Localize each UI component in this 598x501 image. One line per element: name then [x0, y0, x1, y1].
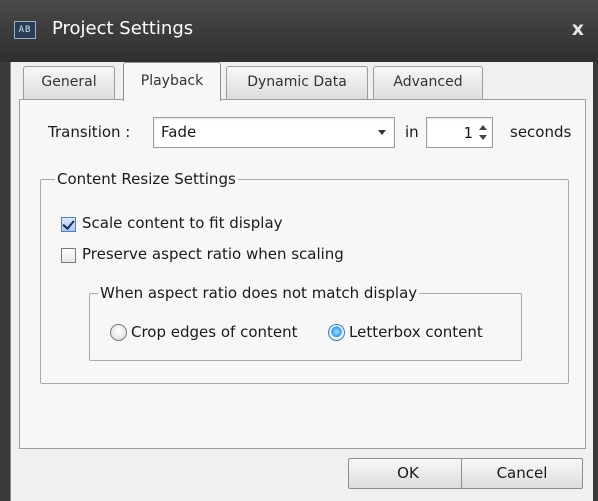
tab-general[interactable]: General [23, 66, 115, 100]
content-resize-group: Content Resize Settings Scale content to… [40, 170, 569, 384]
playback-tab-panel: Transition : Fade in seconds Content Res… [19, 99, 586, 449]
tab-playback[interactable]: Playback [123, 62, 221, 101]
spin-down-icon[interactable] [478, 133, 488, 143]
in-label: in [405, 123, 419, 141]
transition-dropdown[interactable]: Fade [153, 117, 395, 148]
ok-button[interactable]: OK [348, 458, 468, 489]
dialog-client-area: General Playback Dynamic Data Advanced T… [10, 62, 593, 501]
transition-selected-value: Fade [161, 123, 197, 141]
cancel-button[interactable]: Cancel [461, 458, 583, 489]
chevron-down-icon[interactable] [378, 130, 386, 135]
aspect-mismatch-group-title: When aspect ratio does not match display [98, 284, 420, 302]
spin-up-icon[interactable] [478, 122, 488, 132]
preserve-aspect-checkbox[interactable] [61, 248, 76, 263]
close-icon[interactable]: x [572, 18, 584, 40]
aspect-mismatch-group: When aspect ratio does not match display… [89, 284, 522, 361]
app-icon: AB [14, 21, 36, 39]
tab-advanced[interactable]: Advanced [373, 66, 483, 100]
crop-edges-radio[interactable] [110, 324, 127, 341]
transition-label: Transition : [48, 123, 131, 141]
letterbox-label[interactable]: Letterbox content [349, 323, 483, 341]
content-resize-group-title: Content Resize Settings [55, 170, 238, 188]
title-bar[interactable]: AB Project Settings x [0, 0, 598, 62]
tab-dynamic-data[interactable]: Dynamic Data [226, 66, 368, 100]
dialog-title: Project Settings [52, 18, 194, 39]
letterbox-radio[interactable] [328, 324, 345, 341]
duration-stepper[interactable] [426, 117, 493, 148]
seconds-label: seconds [510, 123, 572, 141]
preserve-aspect-label[interactable]: Preserve aspect ratio when scaling [82, 245, 344, 263]
scale-content-label[interactable]: Scale content to fit display [82, 214, 283, 232]
scale-content-checkbox[interactable] [61, 217, 76, 232]
project-settings-dialog: AB Project Settings x General Playback D… [0, 0, 598, 501]
duration-input[interactable] [429, 121, 473, 144]
crop-edges-label[interactable]: Crop edges of content [131, 323, 298, 341]
